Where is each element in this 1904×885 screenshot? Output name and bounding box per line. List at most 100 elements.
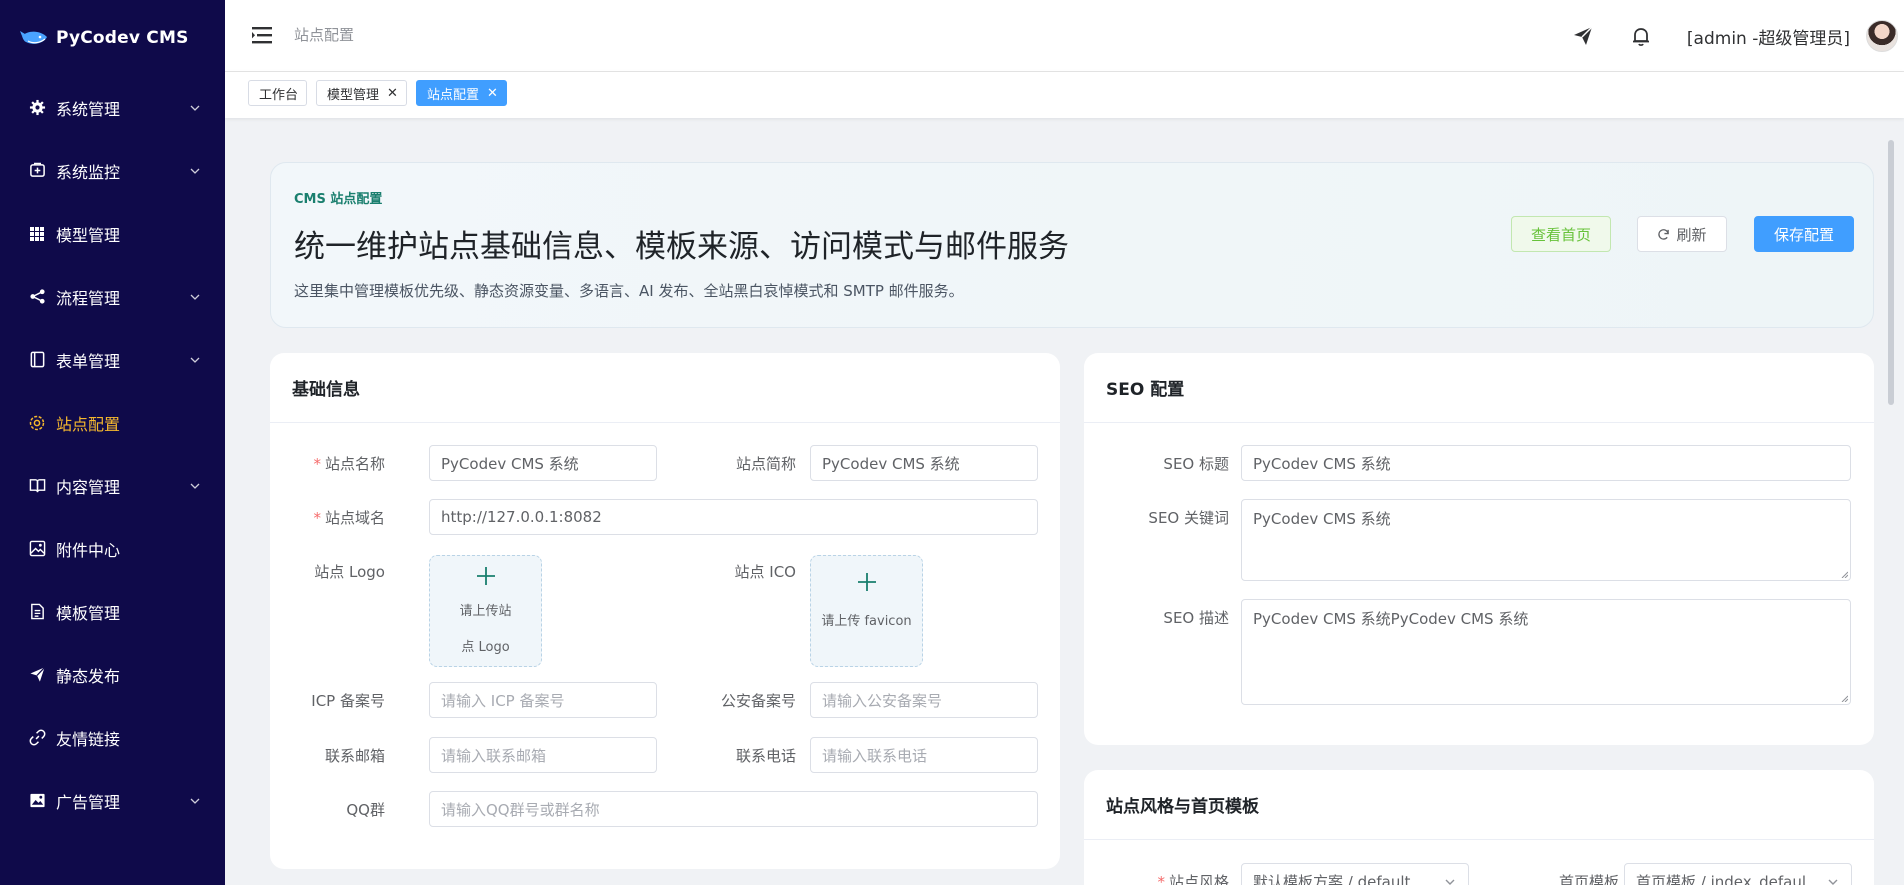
- tab-site-config[interactable]: 站点配置 ✕: [416, 80, 507, 106]
- sidebar-item-send[interactable]: 静态发布: [0, 643, 225, 706]
- site-name-input[interactable]: PyCodev CMS 系统: [429, 445, 657, 481]
- link-icon: [28, 729, 46, 747]
- tab-workbench[interactable]: 工作台: [248, 80, 308, 106]
- sidebar-item-label: 流程管理: [56, 288, 121, 308]
- sidebar-item-label: 内容管理: [56, 477, 121, 497]
- chevron-down-icon: [1445, 879, 1455, 885]
- save-config-button[interactable]: 保存配置: [1754, 216, 1854, 252]
- button-label: 刷新: [1676, 225, 1707, 244]
- basic-info-card: 基础信息 * 站点名称 PyCodev CMS 系统 站点简称 PyCodev C…: [270, 353, 1060, 869]
- chevron-down-icon: [189, 165, 201, 177]
- chevron-down-icon: [189, 795, 201, 807]
- document-icon: [28, 603, 46, 621]
- sidebar-item-form[interactable]: 表单管理: [0, 328, 225, 391]
- upload-hint: 请上传 favicon: [821, 614, 912, 629]
- tab-model-management[interactable]: 模型管理 ✕: [316, 80, 407, 106]
- bell-icon[interactable]: [1629, 24, 1653, 48]
- page-scrollbar[interactable]: [1888, 140, 1894, 405]
- site-style-select[interactable]: 默认模板方案 / default: [1241, 863, 1469, 885]
- chevron-down-icon: [189, 102, 201, 114]
- phone-input[interactable]: 请输入联系电话: [810, 737, 1038, 773]
- seo-desc-textarea[interactable]: PyCodev CMS 系统PyCodev CMS 系统: [1241, 599, 1851, 705]
- page-title: 统一维护站点基础信息、模板来源、访问模式与邮件服务: [294, 229, 1069, 265]
- home-template-select[interactable]: 首页模板 / index_defaul: [1624, 863, 1852, 885]
- monitor-icon: [28, 162, 46, 180]
- sidebar-item-label: 附件中心: [56, 540, 121, 560]
- icp-label: ICP 备案号: [311, 692, 385, 710]
- user-name[interactable]: [admin -超级管理员]: [1687, 24, 1850, 49]
- sidebar-item-label: 模型管理: [56, 225, 121, 245]
- logo[interactable]: PyCodev CMS: [0, 0, 225, 76]
- sidebar-item-label: 友情链接: [56, 729, 121, 749]
- plus-icon: [857, 573, 876, 591]
- home-template-label: 首页模板: [1558, 873, 1619, 885]
- select-value: 首页模板 / index_defaul: [1636, 872, 1807, 885]
- card-title: 基础信息: [270, 353, 1060, 423]
- share-icon: [28, 288, 46, 306]
- chevron-down-icon: [189, 354, 201, 366]
- grid-icon: [28, 225, 46, 243]
- chevron-down-icon: [1828, 879, 1838, 885]
- police-input[interactable]: 请输入公安备案号: [810, 682, 1038, 718]
- menu-toggle-icon[interactable]: [251, 24, 273, 46]
- domain-label: * 站点域名: [313, 509, 385, 527]
- seo-desc-label: SEO 描述: [1163, 609, 1229, 627]
- form-icon: [28, 351, 46, 369]
- tags-bar: 工作台 模型管理 ✕ 站点配置 ✕: [225, 72, 1904, 118]
- seo-keywords-label: SEO 关键词: [1148, 509, 1229, 527]
- avatar[interactable]: [1866, 20, 1898, 52]
- site-name-label: * 站点名称: [313, 455, 385, 473]
- resize-handle-icon[interactable]: [1840, 570, 1848, 578]
- sidebar-item-book[interactable]: 内容管理: [0, 454, 225, 517]
- chevron-down-icon: [189, 291, 201, 303]
- sidebar-item-gear[interactable]: 系统管理: [0, 76, 225, 139]
- hero-kicker: CMS 站点配置: [294, 192, 383, 207]
- sidebar-item-link[interactable]: 友情链接: [0, 706, 225, 769]
- seo-keywords-textarea[interactable]: PyCodev CMS 系统: [1241, 499, 1851, 581]
- page-description: 这里集中管理模板优先级、静态资源变量、多语言、AI 发布、全站黑白哀悼模式和 S…: [294, 282, 964, 300]
- refresh-icon: [1658, 228, 1670, 240]
- qq-label: QQ群: [346, 801, 385, 819]
- seo-title-input[interactable]: PyCodev CMS 系统: [1241, 445, 1851, 481]
- seo-title-label: SEO 标题: [1163, 455, 1229, 473]
- qq-input[interactable]: 请输入QQ群号或群名称: [429, 791, 1038, 827]
- sidebar-item-picture[interactable]: 广告管理: [0, 769, 225, 832]
- settings-icon: [28, 414, 46, 432]
- sidebar-item-monitor[interactable]: 系统监控: [0, 139, 225, 202]
- email-input[interactable]: 请输入联系邮箱: [429, 737, 657, 773]
- view-homepage-button[interactable]: 查看首页: [1511, 216, 1611, 252]
- card-title: 站点风格与首页模板: [1084, 770, 1874, 840]
- resize-handle-icon[interactable]: [1840, 694, 1848, 702]
- upload-hint: 请上传站点 Logo: [459, 604, 512, 655]
- close-icon[interactable]: ✕: [387, 86, 398, 101]
- sidebar-menu: 系统管理系统监控模型管理流程管理表单管理 站点配置内容管理附件中心模板管理静态发布…: [0, 76, 225, 832]
- sidebar-item-settings[interactable]: 站点配置: [0, 391, 225, 454]
- app-name: PyCodev CMS: [56, 28, 189, 48]
- sidebar-item-share[interactable]: 流程管理: [0, 265, 225, 328]
- sidebar-item-grid[interactable]: 模型管理: [0, 202, 225, 265]
- sidebar-item-label: 静态发布: [56, 666, 121, 686]
- gear-icon: [28, 99, 46, 117]
- tab-label: 模型管理: [327, 87, 380, 103]
- sidebar-item-document[interactable]: 模板管理: [0, 580, 225, 643]
- logo-label: 站点 Logo: [314, 563, 385, 581]
- refresh-button[interactable]: 刷新: [1637, 216, 1727, 252]
- sidebar: PyCodev CMS 系统管理系统监控模型管理流程管理表单管理 站点配置内容管理…: [0, 0, 225, 885]
- police-label: 公安备案号: [720, 692, 796, 710]
- icp-input[interactable]: 请输入 ICP 备案号: [429, 682, 657, 718]
- sidebar-item-label: 系统管理: [56, 99, 121, 119]
- domain-input[interactable]: http://127.0.0.1:8082: [429, 499, 1038, 535]
- select-value: 默认模板方案 / default: [1253, 872, 1411, 885]
- sidebar-item-image[interactable]: 附件中心: [0, 517, 225, 580]
- ico-upload[interactable]: 请上传 favicon: [810, 555, 923, 667]
- seo-card: SEO 配置 SEO 标题 PyCodev CMS 系统 SEO 关键词 PyC…: [1084, 353, 1874, 745]
- short-name-input[interactable]: PyCodev CMS 系统: [810, 445, 1038, 481]
- book-icon: [28, 477, 46, 495]
- close-icon[interactable]: ✕: [487, 86, 498, 101]
- logo-upload[interactable]: 请上传站点 Logo: [429, 555, 542, 667]
- sidebar-item-label: 系统监控: [56, 162, 121, 182]
- paper-plane-icon[interactable]: [1571, 24, 1595, 48]
- whale-logo-icon: [20, 31, 47, 44]
- ico-label: 站点 ICO: [734, 563, 796, 581]
- picture-icon: [28, 792, 46, 810]
